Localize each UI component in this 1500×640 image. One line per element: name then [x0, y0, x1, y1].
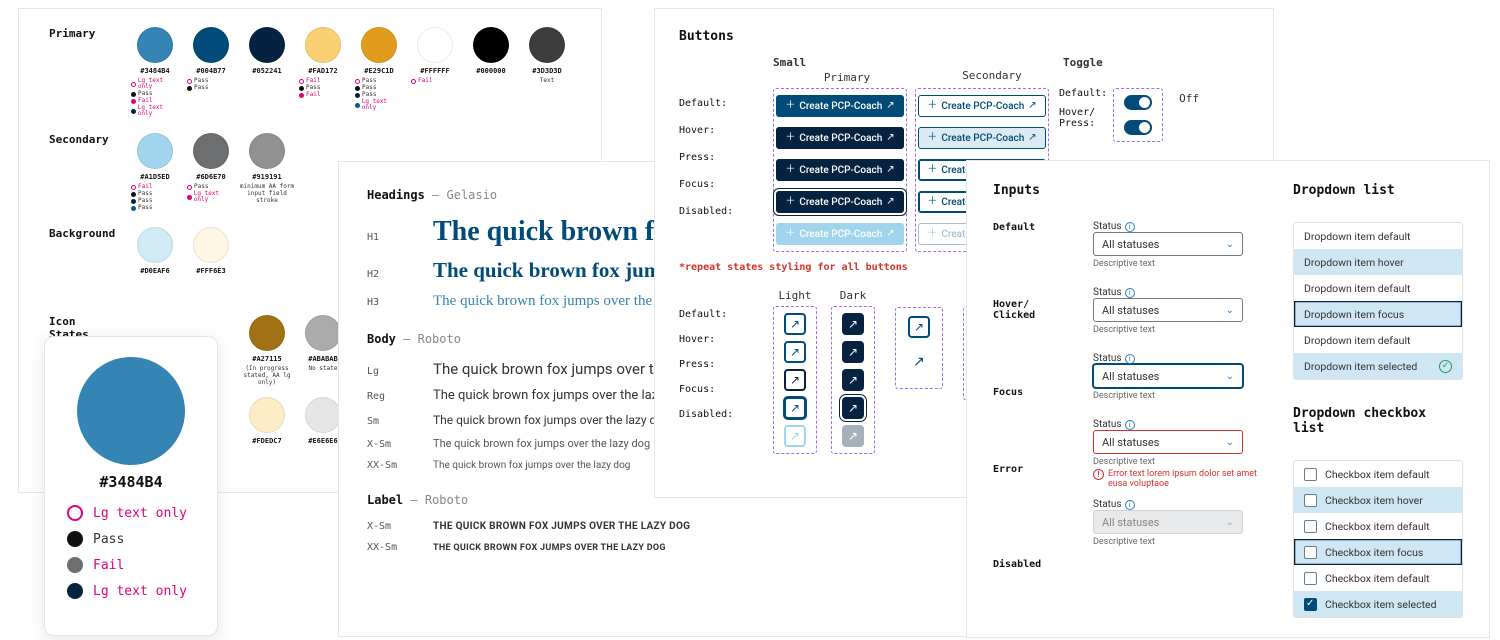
- toggle-hover[interactable]: [1124, 120, 1152, 135]
- checkbox-icon[interactable]: [1304, 468, 1317, 481]
- swatch: [305, 397, 341, 433]
- info-icon[interactable]: i: [1125, 500, 1135, 510]
- swatch: [249, 315, 285, 351]
- icon-button-dark-focus[interactable]: ↗: [842, 397, 864, 419]
- swatch: [249, 27, 285, 63]
- primary-label: Primary: [49, 27, 127, 40]
- swatch: [137, 227, 173, 263]
- dropdown-item[interactable]: Dropdown item default: [1294, 327, 1462, 353]
- select-disabled: All statuses⌄: [1093, 510, 1243, 534]
- select-focus[interactable]: All statuses⌄: [1093, 364, 1243, 388]
- info-icon[interactable]: i: [1125, 222, 1135, 232]
- icon-button-light-default[interactable]: ↗: [784, 313, 806, 335]
- icon-button-light-hover[interactable]: ↗: [784, 341, 806, 363]
- checkbox-icon[interactable]: [1304, 572, 1317, 585]
- legend-dot: [67, 505, 83, 521]
- swatch: [305, 315, 341, 351]
- dropdown-list: Dropdown item default Dropdown item hove…: [1293, 222, 1463, 380]
- check-icon: ✓: [1439, 360, 1452, 373]
- dropdown-item[interactable]: Dropdown item default: [1294, 223, 1462, 249]
- swatch: [193, 27, 229, 63]
- zoom-hex: #3484B4: [63, 473, 199, 491]
- checkbox-checked-icon[interactable]: [1304, 598, 1317, 611]
- swatch: [305, 27, 341, 63]
- icon-button-dark-default[interactable]: ↗: [842, 313, 864, 335]
- secondary-label: Secondary: [49, 133, 127, 146]
- icon-button-dark-hover[interactable]: ↗: [842, 341, 864, 363]
- primary-button-default[interactable]: ＋Create PCP-Coach↗: [776, 95, 903, 117]
- secondary-button-hover[interactable]: ＋Create PCP-Coach↗: [918, 127, 1045, 149]
- toggle-default[interactable]: [1124, 95, 1152, 110]
- plus-icon: ＋: [785, 101, 795, 111]
- inputs-panel: Inputs Default Hover/ Clicked Focus Erro…: [966, 160, 1490, 638]
- checkbox-item-hover[interactable]: Checkbox item hover: [1294, 487, 1462, 513]
- arrow-icon[interactable]: ↗: [913, 354, 925, 370]
- dropdown-item-selected[interactable]: Dropdown item selected✓: [1294, 353, 1462, 379]
- primary-button-focus[interactable]: ＋Create PCP-Coach↗: [776, 191, 903, 213]
- info-icon[interactable]: i: [1125, 420, 1135, 430]
- checkbox-item[interactable]: Checkbox item default: [1294, 513, 1462, 539]
- arrow-icon: ↗: [886, 101, 894, 111]
- icon-button-light-disabled: ↗: [784, 425, 806, 447]
- swatch: [249, 397, 285, 433]
- legend-dot: [67, 557, 83, 573]
- buttons-title: Buttons: [679, 29, 1249, 44]
- checkbox-icon[interactable]: [1304, 520, 1317, 533]
- icon-button-light-focus[interactable]: ↗: [784, 397, 806, 419]
- legend-dot: [67, 583, 83, 599]
- swatch: [137, 27, 173, 63]
- dropdown-list-title: Dropdown list: [1293, 183, 1463, 198]
- zoom-swatch: [77, 357, 185, 465]
- checkbox-item[interactable]: Checkbox item default: [1294, 461, 1462, 487]
- inputs-title: Inputs: [993, 183, 1093, 198]
- swatch: [249, 133, 285, 169]
- secondary-button-default[interactable]: ＋Create PCP-Coach↗: [918, 95, 1045, 117]
- info-icon[interactable]: i: [1125, 354, 1135, 364]
- checkbox-icon[interactable]: [1304, 494, 1317, 507]
- select-default[interactable]: All statuses⌄: [1093, 232, 1243, 256]
- info-icon[interactable]: i: [1125, 288, 1135, 298]
- icon-button-light-press[interactable]: ↗: [784, 369, 806, 391]
- select-error[interactable]: All statuses⌄: [1093, 430, 1243, 454]
- swatch: [193, 133, 229, 169]
- legend-dot: [67, 531, 83, 547]
- checkbox-item-selected[interactable]: Checkbox item selected: [1294, 591, 1462, 617]
- primary-button-hover[interactable]: ＋Create PCP-Coach↗: [776, 127, 903, 149]
- color-zoom-card: #3484B4 Lg text only Pass Fail Lg text o…: [44, 336, 218, 636]
- swatch: [193, 227, 229, 263]
- primary-button-press[interactable]: ＋Create PCP-Coach↗: [776, 159, 903, 181]
- checkbox-icon[interactable]: [1304, 546, 1317, 559]
- error-icon: !: [1093, 469, 1104, 480]
- dropdown-item-hover[interactable]: Dropdown item hover: [1294, 249, 1462, 275]
- checkbox-item[interactable]: Checkbox item default: [1294, 565, 1462, 591]
- swatch: [417, 27, 453, 63]
- icon-button-dark-press[interactable]: ↗: [842, 369, 864, 391]
- swatch: [137, 133, 173, 169]
- checkbox-list: Checkbox item default Checkbox item hove…: [1293, 460, 1463, 618]
- swatch: [529, 27, 565, 63]
- background-label: Background: [49, 227, 127, 240]
- dropdown-item-focus[interactable]: Dropdown item focus: [1294, 301, 1462, 327]
- swatch: [473, 27, 509, 63]
- checkbox-list-title: Dropdown checkbox list: [1293, 406, 1463, 436]
- select-hover[interactable]: All statuses⌄: [1093, 298, 1243, 322]
- primary-button-disabled: ＋Create PCP-Coach↗: [776, 223, 903, 245]
- swatch: [361, 27, 397, 63]
- chevron-down-icon: ⌄: [1226, 239, 1234, 250]
- dropdown-item[interactable]: Dropdown item default: [1294, 275, 1462, 301]
- checkbox-item-focus[interactable]: Checkbox item focus: [1294, 539, 1462, 565]
- icon-button-dark-disabled: ↗: [842, 425, 864, 447]
- icon-button-outline[interactable]: ↗: [908, 316, 930, 338]
